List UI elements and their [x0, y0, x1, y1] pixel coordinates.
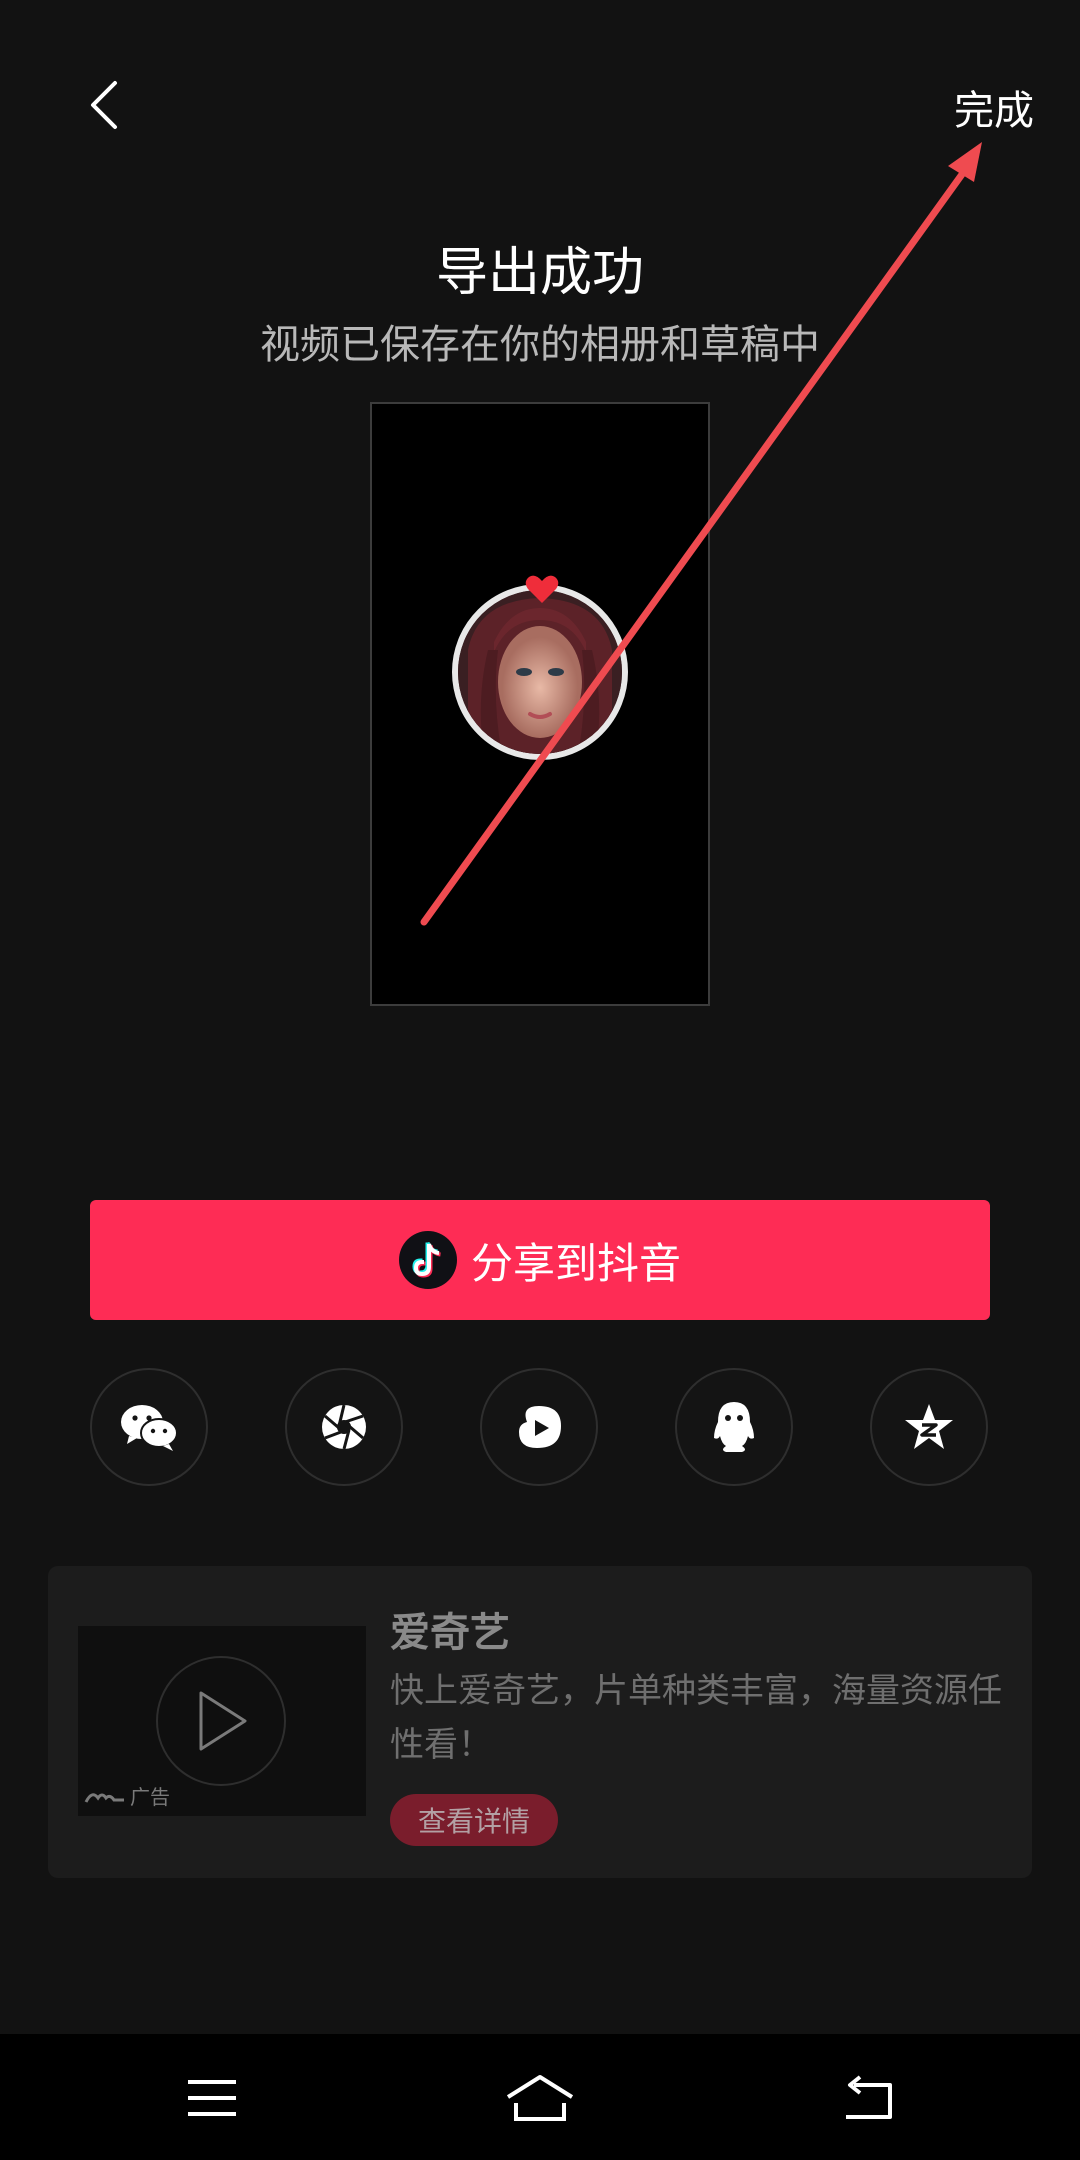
system-nav-bar	[0, 2034, 1080, 2160]
back-nav-button[interactable]	[818, 2058, 918, 2138]
menu-icon	[188, 2080, 236, 2116]
page-subtitle: 视频已保存在你的相册和草稿中	[260, 322, 820, 368]
view-details-button[interactable]: 查看详情	[390, 1794, 558, 1846]
ad-network-logo-icon	[84, 1792, 124, 1803]
share-label: 分享到抖音	[470, 1238, 681, 1288]
qzone-icon	[905, 1404, 953, 1449]
ad-description: 快上爱奇艺，片单种类丰富，海量资源任性看！	[390, 1671, 1002, 1765]
home-icon	[506, 2075, 574, 2121]
share-qq-button[interactable]	[675, 1368, 793, 1486]
home-nav-button[interactable]	[490, 2058, 590, 2138]
page-title: 导出成功	[435, 243, 644, 303]
ad-tag-label: 广告	[130, 1785, 170, 1809]
menu-nav-button[interactable]	[162, 2058, 262, 2138]
play-icon[interactable]	[156, 1656, 286, 1786]
video-preview[interactable]	[370, 402, 710, 1006]
moments-icon	[322, 1404, 366, 1450]
share-weishi-button[interactable]	[480, 1368, 598, 1486]
share-to-douyin-button[interactable]: 分享到抖音	[90, 1200, 990, 1320]
share-qzone-button[interactable]	[870, 1368, 988, 1486]
ad-video-thumbnail[interactable]: 广告	[78, 1626, 366, 1816]
done-button[interactable]: 完成	[954, 78, 1034, 136]
ad-card[interactable]: 广告 爱奇艺 快上爱奇艺，片单种类丰富，海量资源任性看！ 查看详情	[48, 1566, 1032, 1878]
douyin-icon	[398, 1231, 457, 1289]
share-wechat-button[interactable]	[90, 1368, 208, 1486]
export-success-screen: 完成 导出成功 视频已保存在你的相册和草稿中 分享到抖音 广告 爱奇艺 快上爱奇…	[0, 0, 1080, 2160]
ad-app-name: 爱奇艺	[390, 1610, 510, 1656]
chevron-left-icon	[91, 81, 117, 129]
share-moments-button[interactable]	[285, 1368, 403, 1486]
ad-tag: 广告	[84, 1781, 170, 1810]
back-nav-icon	[846, 2075, 892, 2119]
wechat-icon	[121, 1405, 178, 1451]
avatar	[452, 584, 628, 760]
qq-icon	[714, 1402, 754, 1452]
back-button[interactable]	[70, 70, 140, 140]
weishi-icon	[519, 1406, 561, 1448]
social-share-row	[90, 1368, 990, 1488]
heart-icon	[525, 575, 559, 603]
portrait-image	[458, 590, 622, 754]
